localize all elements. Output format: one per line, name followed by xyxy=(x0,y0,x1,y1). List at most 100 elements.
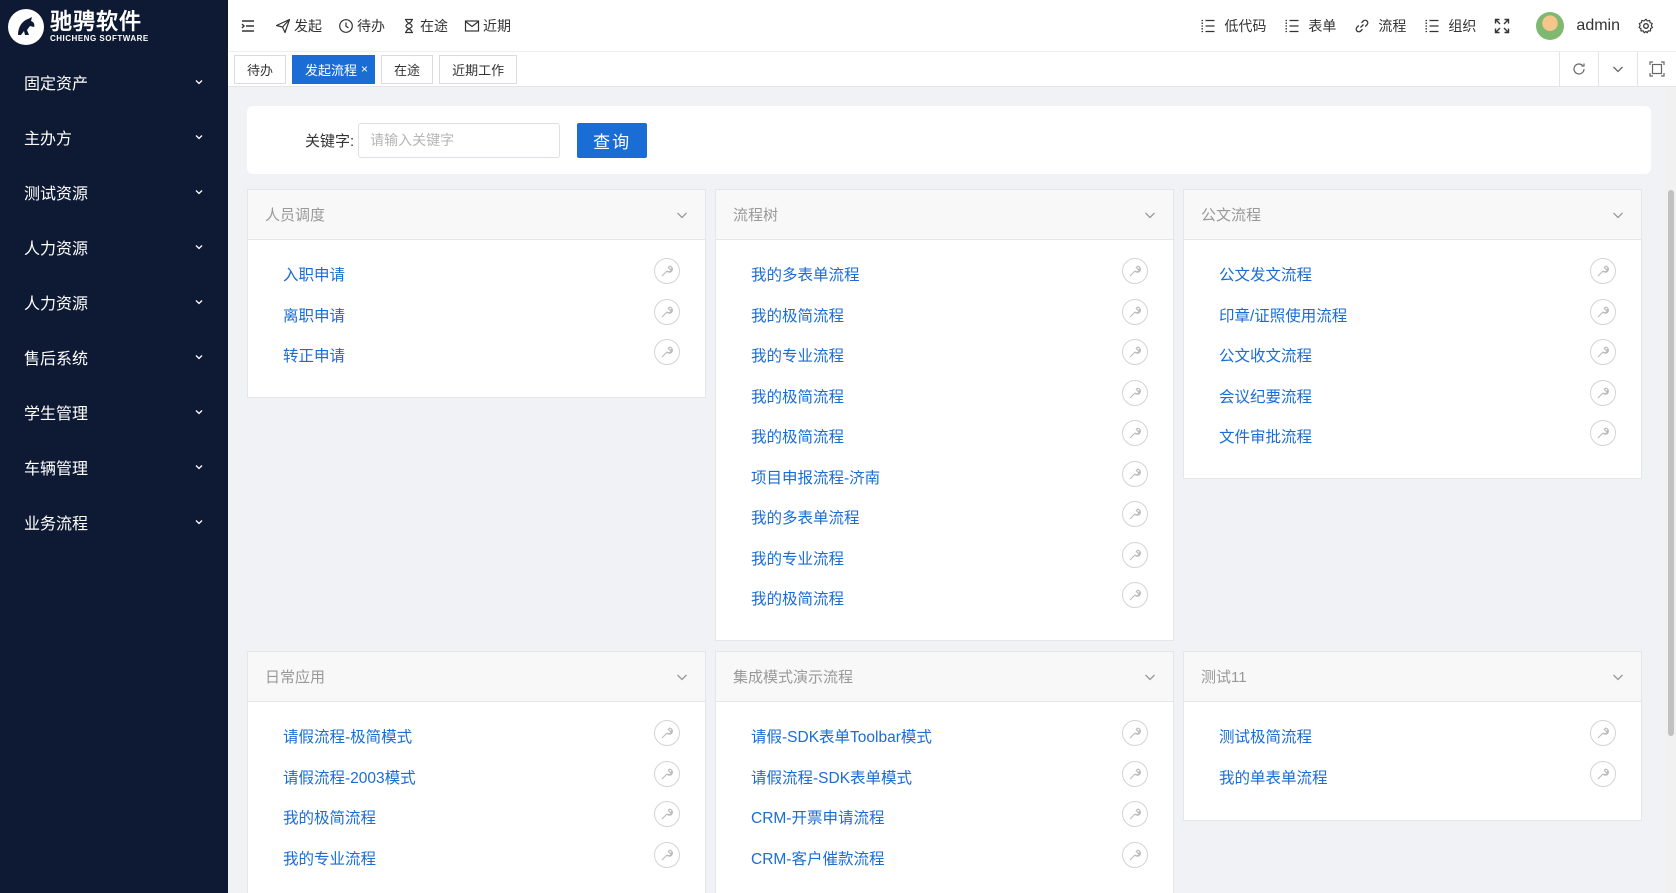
flow-settings-button[interactable] xyxy=(654,841,680,868)
search-button[interactable]: 查询 xyxy=(577,122,648,158)
wrench-icon xyxy=(1129,508,1141,520)
flow-link[interactable]: 我的极简流程 xyxy=(283,806,376,828)
sidebar-item-after-sales[interactable]: 售后系统 xyxy=(0,329,228,384)
menu-collapse-button[interactable] xyxy=(240,18,259,34)
flow-settings-button[interactable] xyxy=(1590,258,1616,285)
tab-in-transit[interactable]: 在途 xyxy=(381,54,434,84)
flow-link[interactable]: 我的极简流程 xyxy=(751,425,844,447)
flow-link[interactable]: 会议纪要流程 xyxy=(1219,385,1312,407)
flow-link[interactable]: 项目申报流程-济南 xyxy=(751,466,880,488)
flow-link[interactable]: 我的多表单流程 xyxy=(751,506,860,528)
flow-link[interactable]: 测试极简流程 xyxy=(1219,725,1312,747)
flow-link[interactable]: 我的专业流程 xyxy=(283,847,376,869)
maximize-tab-button[interactable] xyxy=(1637,52,1676,86)
flow-settings-button[interactable] xyxy=(1122,420,1148,447)
avatar[interactable] xyxy=(1536,11,1565,40)
flow-settings-button[interactable] xyxy=(1122,541,1148,568)
scrollbar-thumb[interactable] xyxy=(1668,190,1674,736)
flow-settings-button[interactable] xyxy=(1122,298,1148,325)
flow-link[interactable]: 请假流程-2003模式 xyxy=(283,766,416,788)
flow-settings-button[interactable] xyxy=(1590,379,1616,406)
flow-settings-button[interactable] xyxy=(1122,339,1148,366)
sidebar-item-vehicles[interactable]: 车辆管理 xyxy=(0,439,228,494)
flow-link[interactable]: CRM-客户催款流程 xyxy=(751,847,884,869)
panel-header[interactable]: 公文流程 xyxy=(1184,190,1641,240)
flow-link[interactable]: 公文收文流程 xyxy=(1219,344,1312,366)
process-button[interactable]: 流程 xyxy=(1354,16,1406,36)
flow-settings-button[interactable] xyxy=(654,298,680,325)
low-code-button[interactable]: 低代码 xyxy=(1200,16,1266,36)
flow-settings-button[interactable] xyxy=(1122,258,1148,285)
tab-todo[interactable]: 待办 xyxy=(234,54,287,84)
username[interactable]: admin xyxy=(1576,17,1620,35)
flow-settings-button[interactable] xyxy=(654,801,680,828)
flow-settings-button[interactable] xyxy=(1122,582,1148,609)
flow-link[interactable]: 文件审批流程 xyxy=(1219,425,1312,447)
main-scrollbar[interactable] xyxy=(1666,88,1676,893)
flow-link[interactable]: 印章/证照使用流程 xyxy=(1219,304,1347,326)
flow-link[interactable]: 转正申请 xyxy=(283,344,345,366)
flow-link[interactable]: 请假流程-极简模式 xyxy=(283,725,412,747)
flow-settings-button[interactable] xyxy=(1590,760,1616,787)
tab-start-flow[interactable]: 发起流程 × xyxy=(292,54,376,84)
panel-header[interactable]: 集成模式演示流程 xyxy=(716,652,1173,702)
flow-settings-button[interactable] xyxy=(654,760,680,787)
tab-dropdown-button[interactable] xyxy=(1598,52,1637,86)
flow-settings-button[interactable] xyxy=(654,720,680,747)
start-flow-label: 发起 xyxy=(294,17,322,34)
flow-settings-button[interactable] xyxy=(1122,841,1148,868)
start-flow-button[interactable]: 发起 xyxy=(275,16,322,36)
form-button[interactable]: 表单 xyxy=(1284,16,1336,36)
refresh-icon xyxy=(1573,63,1585,75)
sidebar-item-test-resources[interactable]: 测试资源 xyxy=(0,164,228,219)
sidebar-item-organizer[interactable]: 主办方 xyxy=(0,109,228,164)
flow-link[interactable]: 我的专业流程 xyxy=(751,547,844,569)
flow-link[interactable]: 我的多表单流程 xyxy=(751,263,860,285)
sidebar-item-hr-1[interactable]: 人力资源 xyxy=(0,219,228,274)
flow-link[interactable]: 公文发文流程 xyxy=(1219,263,1312,285)
flow-settings-button[interactable] xyxy=(654,339,680,366)
chevron-down-icon xyxy=(195,464,203,469)
flow-link[interactable]: CRM-开票申请流程 xyxy=(751,806,884,828)
panel-header[interactable]: 流程树 xyxy=(716,190,1173,240)
todo-button[interactable]: 待办 xyxy=(338,16,385,36)
in-transit-button[interactable]: 在途 xyxy=(401,16,448,36)
flow-link[interactable]: 请假-SDK表单Toolbar模式 xyxy=(751,725,932,747)
sidebar-item-fixed-assets[interactable]: 固定资产 xyxy=(0,54,228,109)
settings-button[interactable] xyxy=(1638,18,1662,34)
flow-link[interactable]: 我的极简流程 xyxy=(751,304,844,326)
flow-link[interactable]: 入职申请 xyxy=(283,263,345,285)
panel-header[interactable]: 测试11 xyxy=(1184,652,1641,702)
flow-settings-button[interactable] xyxy=(1122,720,1148,747)
flow-settings-button[interactable] xyxy=(1590,720,1616,747)
panel-header[interactable]: 人员调度 xyxy=(248,190,705,240)
brand-logo[interactable]: 驰骋软件 CHICHENG SOFTWARE xyxy=(0,0,228,54)
flow-settings-button[interactable] xyxy=(1590,420,1616,447)
sidebar-item-hr-2[interactable]: 人力资源 xyxy=(0,274,228,329)
organization-button[interactable]: 组织 xyxy=(1424,16,1476,36)
panel-header[interactable]: 日常应用 xyxy=(248,652,705,702)
flow-settings-button[interactable] xyxy=(1590,339,1616,366)
tab-close-icon[interactable]: × xyxy=(361,62,368,76)
flow-link[interactable]: 我的极简流程 xyxy=(751,385,844,407)
flow-link[interactable]: 我的极简流程 xyxy=(751,587,844,609)
flow-settings-button[interactable] xyxy=(1590,298,1616,325)
list-item: 我的极简流程 xyxy=(716,578,1173,619)
flow-link[interactable]: 我的单表单流程 xyxy=(1219,766,1328,788)
flow-link[interactable]: 离职申请 xyxy=(283,304,345,326)
flow-settings-button[interactable] xyxy=(1122,760,1148,787)
flow-settings-button[interactable] xyxy=(1122,460,1148,487)
keyword-input[interactable] xyxy=(358,122,561,158)
flow-link[interactable]: 我的专业流程 xyxy=(751,344,844,366)
flow-settings-button[interactable] xyxy=(654,258,680,285)
sidebar-item-students[interactable]: 学生管理 xyxy=(0,384,228,439)
sidebar-item-business-flow[interactable]: 业务流程 xyxy=(0,494,228,549)
flow-settings-button[interactable] xyxy=(1122,801,1148,828)
refresh-tab-button[interactable] xyxy=(1559,52,1598,86)
flow-settings-button[interactable] xyxy=(1122,379,1148,406)
fullscreen-button[interactable] xyxy=(1494,18,1518,34)
tab-recent-work[interactable]: 近期工作 xyxy=(439,54,518,84)
flow-settings-button[interactable] xyxy=(1122,501,1148,528)
recent-button[interactable]: 近期 xyxy=(464,16,511,36)
flow-link[interactable]: 请假流程-SDK表单模式 xyxy=(751,766,912,788)
